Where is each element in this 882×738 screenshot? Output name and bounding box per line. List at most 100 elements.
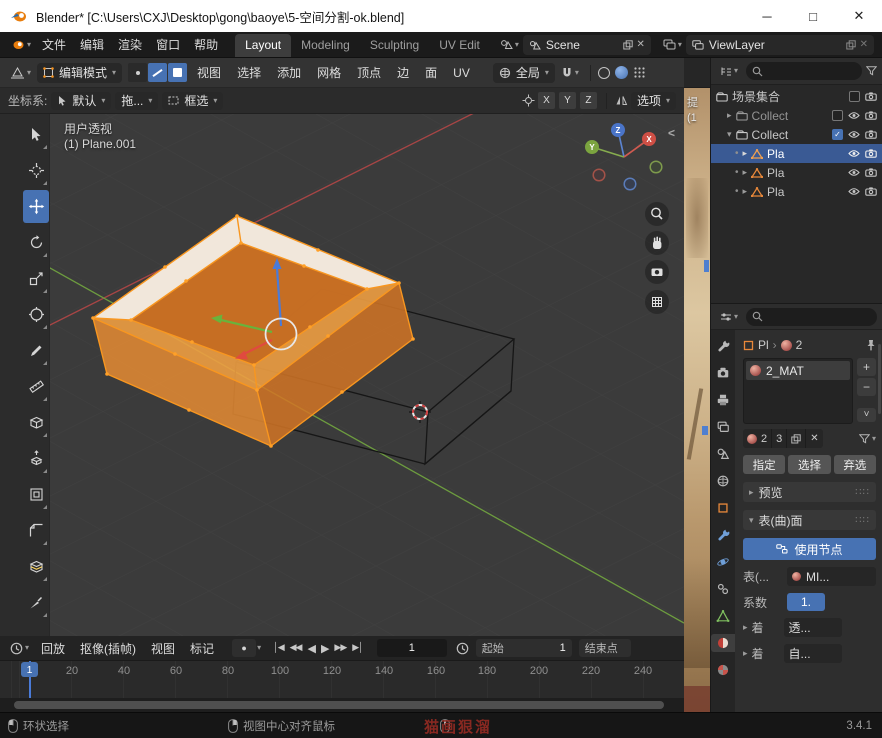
tab-object-data[interactable] <box>711 607 735 625</box>
row-scene-collection[interactable]: 场景集合 <box>711 87 882 106</box>
vertex-select-button[interactable] <box>128 63 147 82</box>
row-object-plane-3[interactable]: • ▸ Pla <box>711 182 882 201</box>
face-select-button[interactable] <box>168 63 187 82</box>
tab-tool[interactable] <box>711 337 735 355</box>
active-tool-selector[interactable]: 框选 ▾ <box>162 92 223 110</box>
tab-world[interactable] <box>711 472 735 490</box>
tab-material[interactable] <box>711 634 735 652</box>
minimize-button[interactable]: ─ <box>744 0 790 32</box>
hide-eye-icon[interactable] <box>848 187 860 196</box>
axis-y-button[interactable]: Y <box>559 92 576 109</box>
auto-key-dropdown[interactable]: ▾ <box>257 644 261 652</box>
hide-eye-icon[interactable] <box>848 111 860 120</box>
timeline-ruler[interactable]: 20 40 60 80 100 120 140 160 180 200 220 … <box>0 661 684 698</box>
tab-sculpting[interactable]: Sculpting <box>360 34 429 57</box>
tab-scene[interactable] <box>711 445 735 463</box>
deselect-button[interactable]: 弃选 <box>834 455 876 474</box>
scene-browse-button[interactable]: ▾ <box>496 39 523 50</box>
menu-render[interactable]: 渲染 <box>111 36 149 53</box>
select-button[interactable]: 选择 <box>788 455 830 474</box>
remove-slot-button[interactable]: − <box>857 378 876 396</box>
viewlayer-selector[interactable]: ViewLayer ✕ <box>686 35 874 55</box>
row-collection-2[interactable]: ▾ Collect ✓ <box>711 125 882 144</box>
scene-selector[interactable]: Scene ✕ <box>523 35 651 55</box>
preview-panel-header[interactable]: ▸ 预览 ∷∷ <box>743 482 876 502</box>
axis-z-button[interactable]: Z <box>580 92 597 109</box>
tab-physics[interactable] <box>711 553 735 571</box>
pin-icon[interactable] <box>866 339 876 351</box>
camera-icon[interactable] <box>865 92 877 101</box>
tool-scale[interactable] <box>23 262 49 295</box>
remove-viewlayer-icon[interactable]: ✕ <box>860 39 868 50</box>
playhead-badge[interactable]: 1 <box>21 662 38 677</box>
outliner-search[interactable] <box>746 62 862 80</box>
menu-view[interactable]: 视图 <box>190 64 228 81</box>
material-name-field[interactable]: 2 <box>743 429 771 448</box>
material-slot-list[interactable]: 2_MAT <box>743 358 853 424</box>
tool-annotate[interactable] <box>23 334 49 367</box>
tool-add-cube[interactable] <box>23 406 49 439</box>
menu-uv[interactable]: UV <box>446 66 477 80</box>
unlink-material-button[interactable]: ✕ <box>805 429 822 448</box>
frame-end-field[interactable]: 结束点 <box>579 639 631 657</box>
factor-slider[interactable]: 1. <box>787 593 825 611</box>
slot-specials-button[interactable]: ˅ <box>857 408 876 422</box>
filter-icon[interactable] <box>866 66 877 76</box>
disclosure-icon[interactable]: ▸ <box>743 149 748 158</box>
jump-to-end-button[interactable]: ▶│ <box>349 642 366 655</box>
properties-editor-button[interactable]: ▾ <box>716 312 742 322</box>
disclosure-icon[interactable]: ▾ <box>727 130 732 139</box>
menu-add[interactable]: 添加 <box>270 64 308 81</box>
timeline-scrollbar[interactable] <box>14 701 664 709</box>
close-button[interactable]: ✕ <box>836 0 882 32</box>
snap-toggle[interactable]: ▾ <box>557 67 583 79</box>
collapsed-image-editor[interactable]: 提 (1 <box>684 58 710 712</box>
properties-search[interactable] <box>746 308 877 326</box>
unlink-scene-icon[interactable]: ✕ <box>637 39 645 50</box>
jump-to-start-button[interactable]: │◀ <box>270 642 287 655</box>
menu-select[interactable]: 选择 <box>230 64 268 81</box>
3d-viewport[interactable]: Z X Y <box>0 114 684 636</box>
hide-eye-icon[interactable] <box>848 130 860 139</box>
menu-vertex[interactable]: 顶点 <box>350 64 388 81</box>
menu-window[interactable]: 窗口 <box>149 36 187 53</box>
orientation-selector[interactable]: 全局 ▾ <box>493 63 555 83</box>
drag-selector[interactable]: 拖... ▾ <box>115 92 158 110</box>
outliner-editor-button[interactable]: ▾ <box>716 66 742 77</box>
disclosure-icon[interactable]: ▸ <box>743 623 748 632</box>
hide-eye-icon[interactable] <box>848 168 860 177</box>
breadcrumb-object[interactable]: Pl <box>758 338 769 352</box>
tab-modifiers[interactable] <box>711 526 735 544</box>
viewlayer-browse-button[interactable]: ▾ <box>659 39 686 50</box>
use-nodes-button[interactable]: 使用节点 <box>743 538 876 560</box>
tool-transform[interactable] <box>23 298 49 331</box>
material-slot-item[interactable]: 2_MAT <box>746 361 850 380</box>
play-button[interactable]: ▶ <box>318 642 331 655</box>
properties-scrollbar[interactable] <box>878 344 881 414</box>
filter-dropdown[interactable]: ▾ <box>859 434 876 444</box>
shader-dropdown[interactable]: MI... <box>787 567 876 586</box>
mode-selector[interactable]: 编辑模式 ▾ <box>37 63 122 83</box>
tool-bevel[interactable] <box>23 514 49 547</box>
current-frame-field[interactable]: 1 <box>377 639 447 657</box>
overlays-grid-icon[interactable] <box>633 66 646 79</box>
exclude-checkbox[interactable] <box>849 91 860 102</box>
row-object-plane-2[interactable]: • ▸ Pla <box>711 163 882 182</box>
timeline-editor-button[interactable]: ▾ <box>6 642 33 655</box>
use-preview-range-icon[interactable] <box>456 642 469 655</box>
menu-mesh[interactable]: 网格 <box>310 64 348 81</box>
drag-grip-icon[interactable]: ∷∷ <box>855 515 870 526</box>
exclude-checkbox[interactable]: ✓ <box>832 129 843 140</box>
blender-menu-button[interactable]: ▾ <box>6 39 35 50</box>
row-collection-1[interactable]: ▸ Collect <box>711 106 882 125</box>
camera-icon[interactable] <box>865 168 877 177</box>
tool-measure[interactable] <box>23 370 49 403</box>
menu-face[interactable]: 面 <box>418 64 444 81</box>
tool-move[interactable] <box>23 190 49 223</box>
hide-eye-icon[interactable] <box>848 149 860 158</box>
tab-render[interactable] <box>711 364 735 382</box>
tab-modeling[interactable]: Modeling <box>291 34 360 57</box>
menu-edge[interactable]: 边 <box>390 64 416 81</box>
drag-grip-icon[interactable]: ∷∷ <box>855 487 870 498</box>
editor-type-button[interactable]: ▾ <box>6 66 35 79</box>
